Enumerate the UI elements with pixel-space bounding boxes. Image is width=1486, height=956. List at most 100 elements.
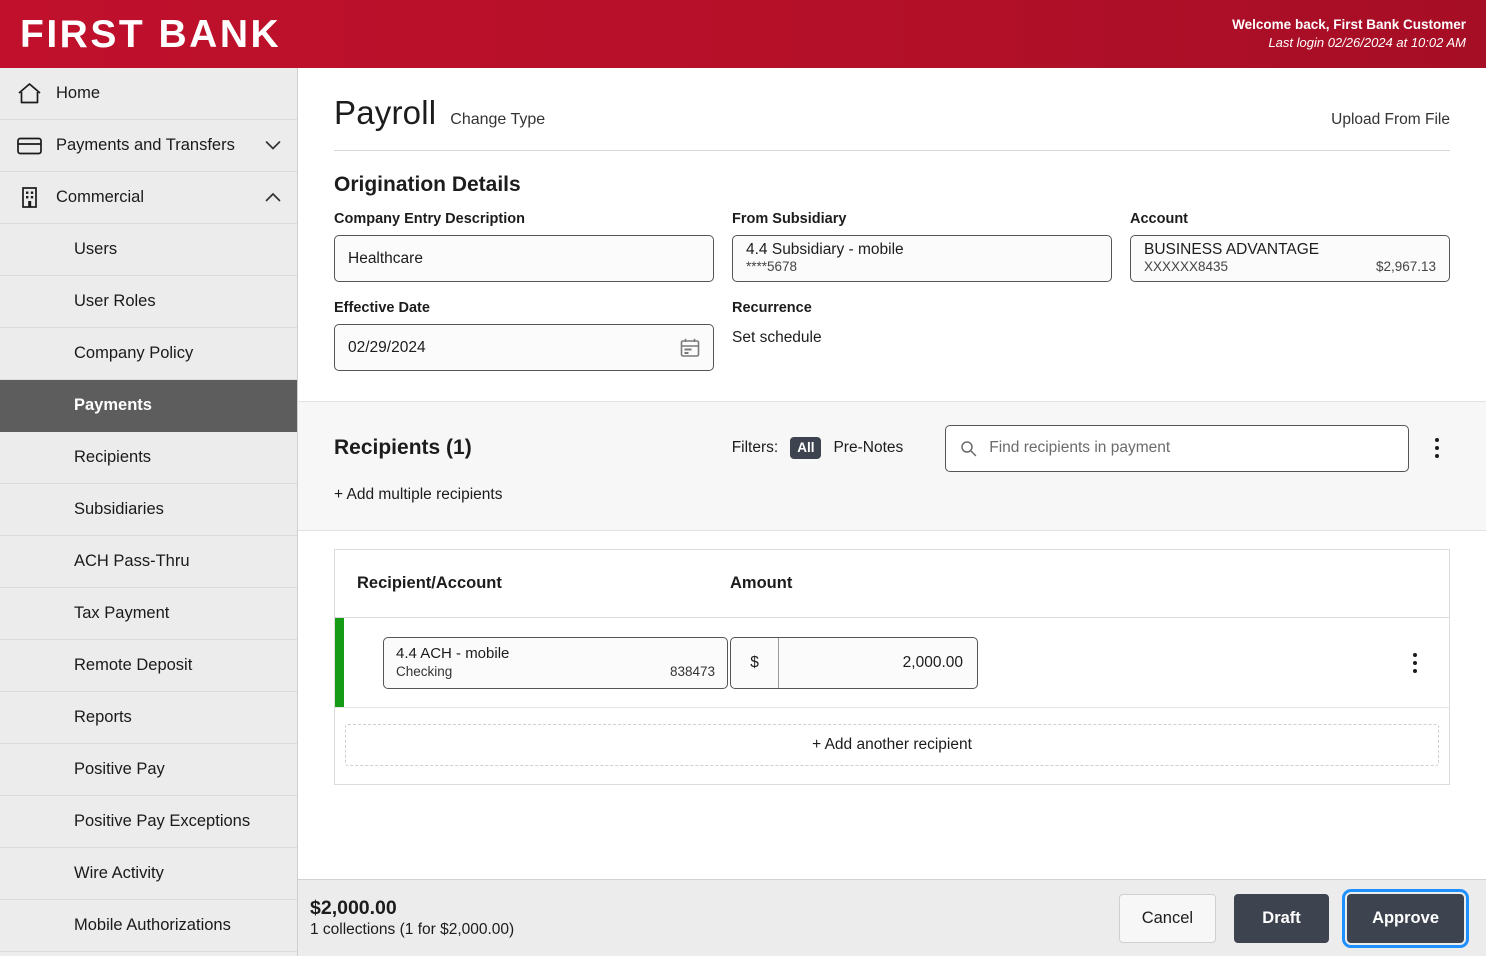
draft-button[interactable]: Draft: [1234, 893, 1330, 943]
sidebar-item-user-roles[interactable]: User Roles: [0, 276, 297, 328]
recipients-panel: Recipients (1) Filters: All Pre-Notes Fi…: [298, 401, 1486, 531]
last-login-text: Last login 02/26/2024 at 10:02 AM: [1268, 35, 1466, 51]
recipients-table-wrapper: Recipient/Account Amount 4.4 ACH - mobil…: [298, 531, 1486, 785]
sidebar-item-reports[interactable]: Reports: [0, 692, 297, 744]
change-type-link[interactable]: Change Type: [450, 111, 545, 129]
recipient-select[interactable]: 4.4 ACH - mobile Checking 838473: [383, 636, 728, 689]
filters-label: Filters:: [731, 439, 779, 456]
page-header-left: Payroll Change Type: [334, 94, 545, 132]
sidebar-item-payments[interactable]: Payments: [0, 380, 297, 432]
calendar-icon[interactable]: [679, 337, 701, 359]
welcome-block: Welcome back, First Bank Customer Last l…: [1232, 15, 1468, 53]
total-amount: $2,000.00: [310, 896, 397, 919]
account-number: XXXXXX8435: [1144, 259, 1229, 275]
dot: [1413, 668, 1417, 673]
account-select[interactable]: BUSINESS ADVANTAGE XXXXXX8435 $2,967.13: [1130, 235, 1450, 282]
sidebar-item-ach-pass-thru[interactable]: ACH Pass-Thru: [0, 536, 297, 588]
sidebar-item-subsidiaries[interactable]: Subsidiaries: [0, 484, 297, 536]
app-root: FIRST BANK Welcome back, First Bank Cust…: [0, 0, 1486, 956]
cell-row-menu: [1030, 647, 1449, 679]
collections-summary: 1 collections (1 for $2,000.00): [310, 921, 515, 939]
sidebar-item-label: Users: [74, 240, 118, 258]
currency-symbol: $: [731, 637, 779, 688]
bank-logo[interactable]: FIRST BANK: [20, 15, 281, 54]
row-overflow-menu-icon[interactable]: [1407, 647, 1423, 679]
dot: [1413, 652, 1417, 657]
sidebar-item-company-policy[interactable]: Company Policy: [0, 328, 297, 380]
company-entry-description-input[interactable]: Healthcare: [334, 235, 714, 282]
add-multiple-recipients-link[interactable]: + Add multiple recipients: [334, 486, 1450, 530]
recipients-table: Recipient/Account Amount 4.4 ACH - mobil…: [334, 549, 1450, 785]
row-status-indicator: [335, 618, 344, 707]
cell-recipient-account: 4.4 ACH - mobile Checking 838473: [335, 636, 730, 689]
upload-from-file-link[interactable]: Upload From File: [1331, 111, 1450, 129]
sidebar-item-label: ACH Pass-Thru: [74, 552, 190, 570]
row2-spacer: [1130, 300, 1450, 379]
origination-details-heading: Origination Details: [334, 173, 521, 196]
cell-amount: $ 2,000.00: [730, 636, 1030, 689]
approve-button[interactable]: Approve: [1342, 888, 1469, 948]
payment-totals: $2,000.00 1 collections (1 for $2,000.00…: [310, 896, 514, 941]
from-subsidiary-label: From Subsidiary: [732, 211, 847, 227]
recipient-search-box[interactable]: [945, 424, 1410, 472]
recipients-count-title: Recipients (1): [334, 436, 472, 459]
sidebar-item-label: Positive Pay Exceptions: [74, 812, 251, 830]
search-input[interactable]: [989, 439, 1395, 457]
account-name: BUSINESS ADVANTAGE: [1144, 240, 1320, 258]
body-split: Home Payments and Transfers Commercial U…: [0, 68, 1486, 956]
add-another-recipient-button[interactable]: + Add another recipient: [345, 724, 1439, 766]
scroll-region: Payroll Change Type Upload From File Ori…: [298, 68, 1486, 879]
effective-date-field: Effective Date 02/29/2024: [334, 300, 714, 379]
sidebar-top-group: Home Payments and Transfers Commercial: [0, 68, 297, 224]
recipient-name: 4.4 ACH - mobile: [396, 644, 510, 662]
cancel-button[interactable]: Cancel: [1118, 893, 1217, 943]
dot: [1413, 660, 1417, 665]
page-header: Payroll Change Type Upload From File: [298, 68, 1486, 132]
chevron-down-icon[interactable]: [263, 140, 283, 151]
sidebar-item-tax-payment[interactable]: Tax Payment: [0, 588, 297, 640]
amount-input-group[interactable]: $ 2,000.00: [730, 636, 978, 689]
sidebar-item-remote-deposit[interactable]: Remote Deposit: [0, 640, 297, 692]
account-label: Account: [1130, 211, 1188, 227]
sidebar-item-label: Commercial: [56, 188, 145, 206]
sidebar-item-positive-pay[interactable]: Positive Pay: [0, 744, 297, 796]
sidebar-commercial-subitems: Users User Roles Company Policy Payments…: [0, 224, 297, 952]
recipients-toolbar: Recipients (1) Filters: All Pre-Notes: [334, 402, 1450, 494]
dot: [1435, 438, 1440, 442]
column-header-recipient-account: Recipient/Account: [357, 574, 502, 592]
from-subsidiary-select[interactable]: 4.4 Subsidiary - mobile ****5678: [732, 235, 1112, 282]
sidebar-item-wire-activity[interactable]: Wire Activity: [0, 848, 297, 900]
credit-card-icon: [16, 135, 56, 157]
filter-chip-pre-notes[interactable]: Pre-Notes: [833, 439, 903, 457]
sidebar-item-label: Wire Activity: [74, 864, 164, 882]
from-subsidiary-value: 4.4 Subsidiary - mobile: [746, 240, 904, 258]
recipient-account-number: 838473: [669, 663, 715, 679]
sidebar-nav: Home Payments and Transfers Commercial U…: [0, 68, 298, 956]
effective-date-input[interactable]: 02/29/2024: [334, 324, 714, 371]
sidebar-item-home[interactable]: Home: [0, 68, 297, 120]
column-header-amount: Amount: [730, 574, 793, 592]
chevron-up-icon[interactable]: [263, 192, 283, 203]
home-icon: [16, 81, 56, 106]
sidebar-item-commercial[interactable]: Commercial: [0, 172, 297, 224]
sidebar-item-payments-and-transfers[interactable]: Payments and Transfers: [0, 120, 297, 172]
recipient-account-type: Checking: [396, 663, 453, 679]
recurrence-field: Recurrence Set schedule: [732, 300, 1112, 379]
amount-input[interactable]: 2,000.00: [779, 638, 977, 688]
sidebar-item-label: Positive Pay: [74, 760, 165, 778]
sidebar-item-label: Payments: [74, 396, 152, 414]
sidebar-item-users[interactable]: Users: [0, 224, 297, 276]
dot: [1435, 454, 1440, 458]
account-field: Account BUSINESS ADVANTAGE XXXXXX8435 $2…: [1130, 211, 1450, 290]
top-header-bar: FIRST BANK Welcome back, First Bank Cust…: [0, 0, 1486, 68]
filter-chip-all[interactable]: All: [790, 437, 822, 459]
sidebar-item-mobile-authorizations[interactable]: Mobile Authorizations: [0, 900, 297, 952]
set-schedule-link[interactable]: Set schedule: [732, 329, 1112, 347]
recipients-filters: Filters: All Pre-Notes: [731, 437, 903, 459]
recipients-overflow-menu-icon[interactable]: [1429, 432, 1445, 464]
company-entry-description-field: Company Entry Description Healthcare: [334, 211, 714, 290]
sidebar-item-recipients[interactable]: Recipients: [0, 432, 297, 484]
welcome-message: Welcome back, First Bank Customer: [1232, 16, 1466, 32]
effective-date-label: Effective Date: [334, 300, 430, 316]
sidebar-item-positive-pay-exceptions[interactable]: Positive Pay Exceptions: [0, 796, 297, 848]
